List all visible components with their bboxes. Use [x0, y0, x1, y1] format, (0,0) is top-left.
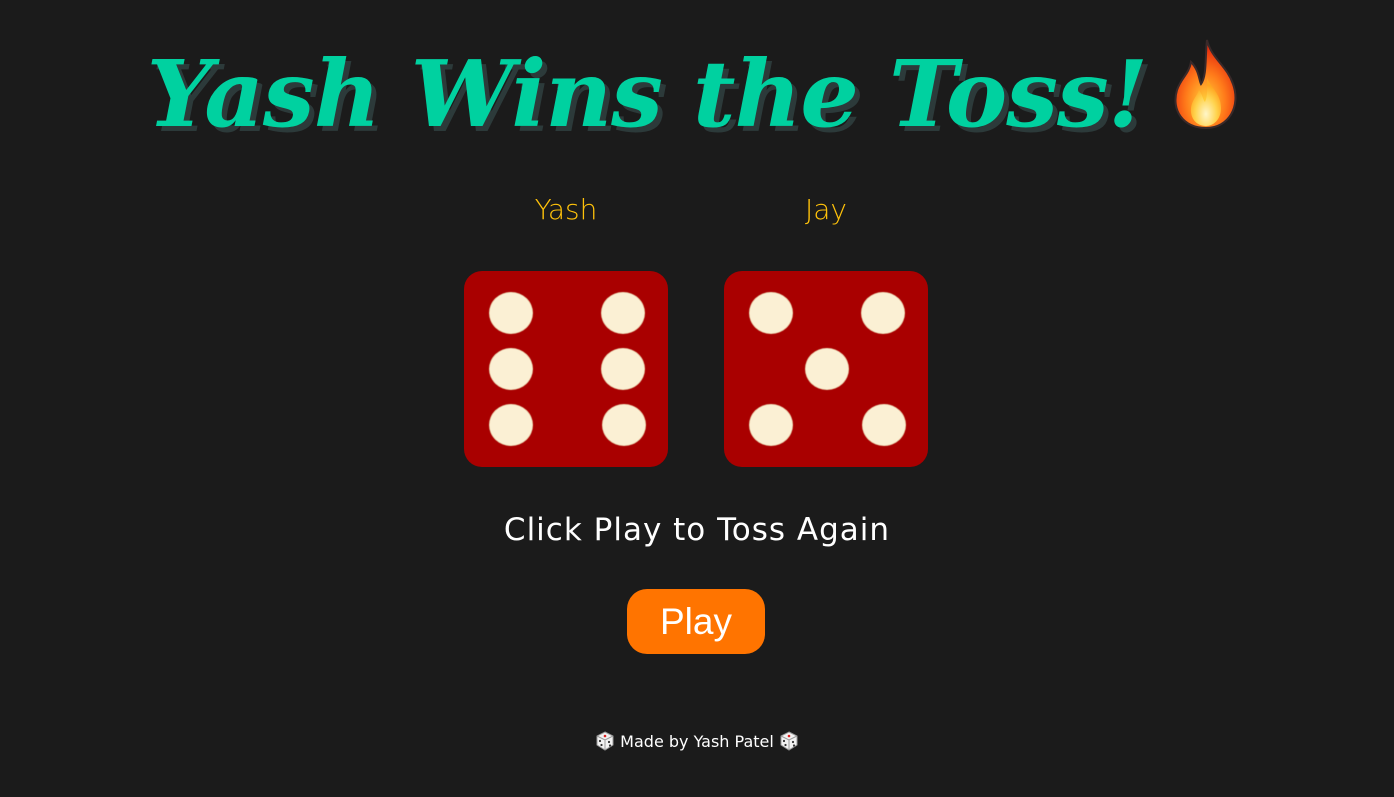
die-pip [863, 405, 905, 445]
footer: Made by Yash Patel [0, 728, 1394, 756]
player-name: Yash [534, 193, 598, 226]
die-pip [602, 349, 644, 389]
die-pip [490, 349, 532, 389]
title-text: Yash Wins the Toss! [146, 40, 1148, 148]
player-name: Jay [805, 193, 847, 226]
die-pip [602, 293, 644, 333]
die-five [724, 271, 928, 467]
die-six [464, 271, 668, 467]
die-pip [750, 293, 792, 333]
die-pip [750, 405, 792, 445]
play-button[interactable]: Play [627, 589, 765, 654]
dice-icon [779, 731, 799, 751]
player-jay: Jay [724, 190, 928, 467]
fire-icon [1165, 36, 1247, 132]
die-pip [603, 405, 645, 445]
page-title: Yash Wins the Toss! [0, 36, 1394, 149]
die-pip [862, 293, 904, 333]
dice-icon [595, 731, 615, 751]
die-pip [806, 349, 848, 389]
toss-hint: Click Play to Toss Again [503, 512, 891, 548]
die-pip [490, 405, 532, 445]
die-pip [490, 293, 532, 333]
player-yash: Yash [464, 190, 668, 467]
footer-text: Made by Yash Patel [620, 732, 774, 751]
